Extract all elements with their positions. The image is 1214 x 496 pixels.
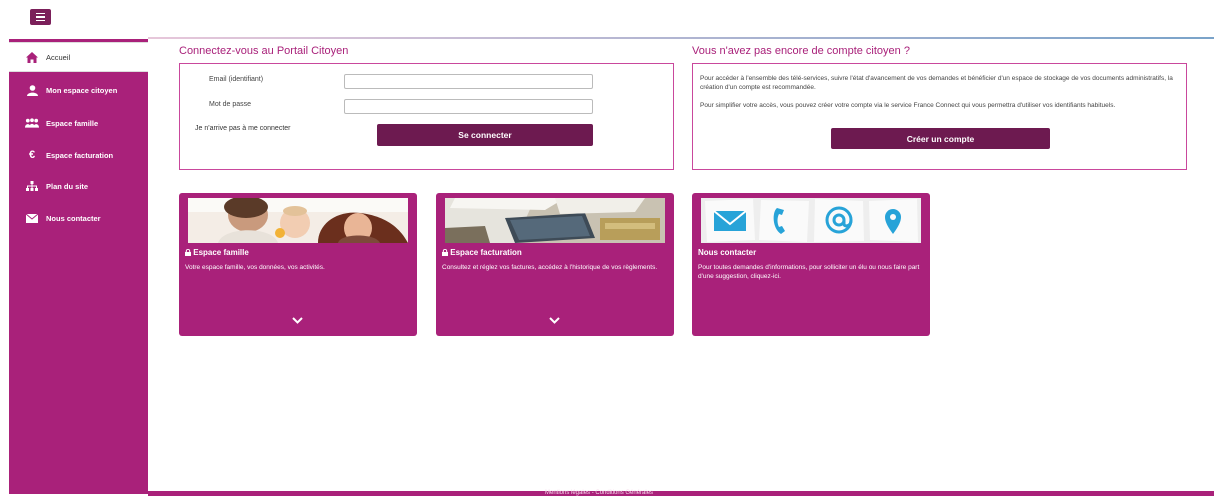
family-icon [25, 118, 39, 128]
password-label: Mot de passe [209, 101, 252, 108]
tile-espace-facturation[interactable]: Espace facturation Consultez et réglez v… [436, 193, 674, 336]
sidebar-item-label: Espace facturation [46, 150, 114, 160]
lock-icon [185, 248, 191, 256]
tile-description: Votre espace famille, vos données, vos a… [185, 264, 325, 271]
sidebar-item-label: Mon espace citoyen [46, 85, 118, 95]
signup-title: Vous n'avez pas encore de compte citoyen… [692, 45, 910, 57]
header-divider [148, 37, 1214, 39]
sidebar: Accueil Mon espace citoyen Espace famill… [9, 39, 148, 494]
euro-icon: € [28, 149, 36, 161]
hamburger-menu-icon[interactable] [30, 9, 51, 25]
login-title: Connectez-vous au Portail Citoyen [179, 45, 349, 57]
lock-icon [442, 248, 448, 256]
tile-description: Pour toutes demandes d'informations, pou… [698, 264, 920, 280]
sidebar-item-label: Accueil [46, 52, 71, 62]
tile-title: Espace famille [185, 248, 249, 257]
sidebar-item-label: Espace famille [46, 118, 99, 128]
family-photo [188, 198, 408, 243]
footer-links[interactable]: Mentions légales - Conditions Générales [545, 490, 653, 496]
sidebar-item-label: Plan du site [46, 181, 89, 191]
chevron-down-icon[interactable] [549, 317, 560, 324]
forgot-login-link[interactable]: Je n'arrive pas à me connecter [195, 125, 291, 132]
create-account-button[interactable]: Créer un compte [831, 128, 1050, 149]
tile-nous-contacter[interactable]: Nous contacter Pour toutes demandes d'in… [692, 193, 930, 336]
sidebar-item-label: Nous contacter [46, 213, 101, 223]
sidebar-item-plan-du-site[interactable]: Plan du site [9, 171, 148, 201]
tile-title-text: Espace facturation [450, 248, 522, 257]
email-label: Email (identifiant) [209, 76, 264, 83]
password-field[interactable] [344, 99, 593, 114]
user-icon [25, 84, 39, 96]
tile-description: Consultez et réglez vos factures, accéde… [442, 264, 658, 271]
sidebar-item-nous-contacter[interactable]: Nous contacter [9, 203, 148, 233]
sidebar-item-espace-facturation[interactable]: € Espace facturation [9, 140, 148, 170]
signup-paragraph-1: Pour accéder à l'ensemble des télé-servi… [700, 75, 1173, 91]
envelope-icon [25, 213, 39, 223]
tile-title: Espace facturation [442, 248, 522, 257]
signup-panel: Pour accéder à l'ensemble des télé-servi… [692, 63, 1187, 170]
login-panel: Email (identifiant) Mot de passe Je n'ar… [179, 63, 674, 170]
tile-espace-famille[interactable]: Espace famille Votre espace famille, vos… [179, 193, 417, 336]
home-icon [25, 51, 39, 63]
email-field[interactable] [344, 74, 593, 89]
tile-title: Nous contacter [698, 248, 757, 257]
sidebar-item-accueil[interactable]: Accueil [9, 42, 148, 72]
sidebar-item-mon-espace-citoyen[interactable]: Mon espace citoyen [9, 75, 148, 105]
contact-icons-banner [701, 198, 921, 243]
mail-icon [713, 210, 747, 231]
billing-photo [445, 198, 665, 243]
tile-title-text: Espace famille [193, 248, 249, 257]
login-button[interactable]: Se connecter [377, 124, 593, 146]
signup-paragraph-2: Pour simplifier votre accès, vous pouvez… [700, 102, 1116, 109]
chevron-down-icon[interactable] [292, 317, 303, 324]
sitemap-icon [25, 181, 39, 191]
footer-bar [148, 491, 1214, 496]
sidebar-item-espace-famille[interactable]: Espace famille [9, 108, 148, 138]
